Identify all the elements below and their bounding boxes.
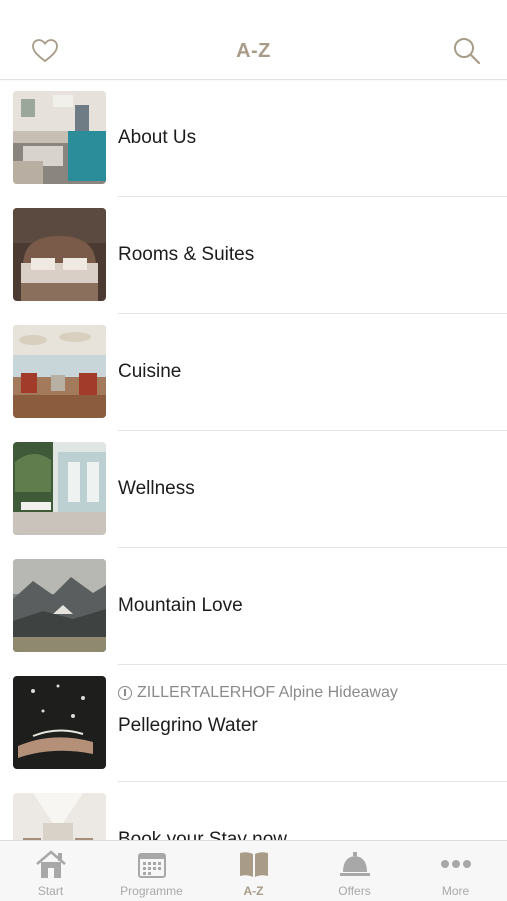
tab-a-z[interactable]: A-Z: [203, 841, 304, 901]
cuisine-thumbnail: [13, 325, 106, 418]
search-icon: [454, 38, 481, 65]
service-bell-icon: [339, 852, 370, 876]
sponsor-label: ZILLERTALERHOF Alpine Hideaway: [137, 684, 398, 701]
list-item-cuisine[interactable]: Cuisine: [0, 314, 507, 431]
rooms-suites-thumbnail: [13, 208, 106, 301]
list-item-label: Wellness: [118, 478, 195, 499]
list-item-about-us[interactable]: About Us: [0, 80, 507, 197]
tab-start[interactable]: Start: [0, 841, 101, 901]
tab-label: Programme: [120, 884, 183, 898]
tab-label: A-Z: [243, 884, 264, 898]
a-z-list[interactable]: About Us Rooms & Suites Cuisine Wellness…: [0, 80, 507, 840]
tab-label: Start: [37, 884, 64, 898]
pellegrino-water-thumbnail: [13, 676, 106, 769]
book-icon: [239, 852, 268, 877]
list-item-label: Rooms & Suites: [118, 244, 255, 265]
mountain-love-thumbnail: [13, 559, 106, 652]
page-title: A-Z: [236, 40, 271, 62]
tab-programme[interactable]: Programme: [101, 841, 202, 901]
tab-label: Offers: [338, 884, 371, 898]
tab-label: More: [441, 884, 470, 898]
list-item-label: Book your Stay now: [118, 829, 287, 840]
house-icon: [35, 850, 66, 878]
book-your-stay-thumbnail: [13, 793, 106, 840]
list-item-book-your-stay[interactable]: Book your Stay now: [0, 782, 507, 840]
top-navigation-bar: A-Z: [0, 0, 507, 80]
list-item-wellness[interactable]: Wellness: [0, 431, 507, 548]
list-item-label: Cuisine: [118, 361, 182, 382]
more-dots-icon: [440, 860, 471, 868]
search-button[interactable]: [452, 36, 482, 66]
wellness-thumbnail: [13, 442, 106, 535]
list-item-label: About Us: [118, 127, 197, 148]
calendar-icon: [137, 853, 166, 878]
tab-more[interactable]: More: [405, 841, 506, 901]
list-item-label: Pellegrino Water: [118, 715, 258, 736]
list-item-mountain-love[interactable]: Mountain Love: [0, 548, 507, 665]
list-item-label: Mountain Love: [118, 595, 243, 616]
about-us-thumbnail: [13, 91, 106, 184]
tab-offers[interactable]: Offers: [304, 841, 405, 901]
list-item-rooms-suites[interactable]: Rooms & Suites: [0, 197, 507, 314]
info-icon: [118, 686, 132, 700]
bottom-tab-bar: Start Programme A-Z Offers More: [0, 840, 507, 901]
list-item-pellegrino-water[interactable]: ZILLERTALERHOF Alpine Hideaway Pellegrin…: [0, 665, 507, 782]
sponsor-line: ZILLERTALERHOF Alpine Hideaway: [118, 684, 398, 702]
